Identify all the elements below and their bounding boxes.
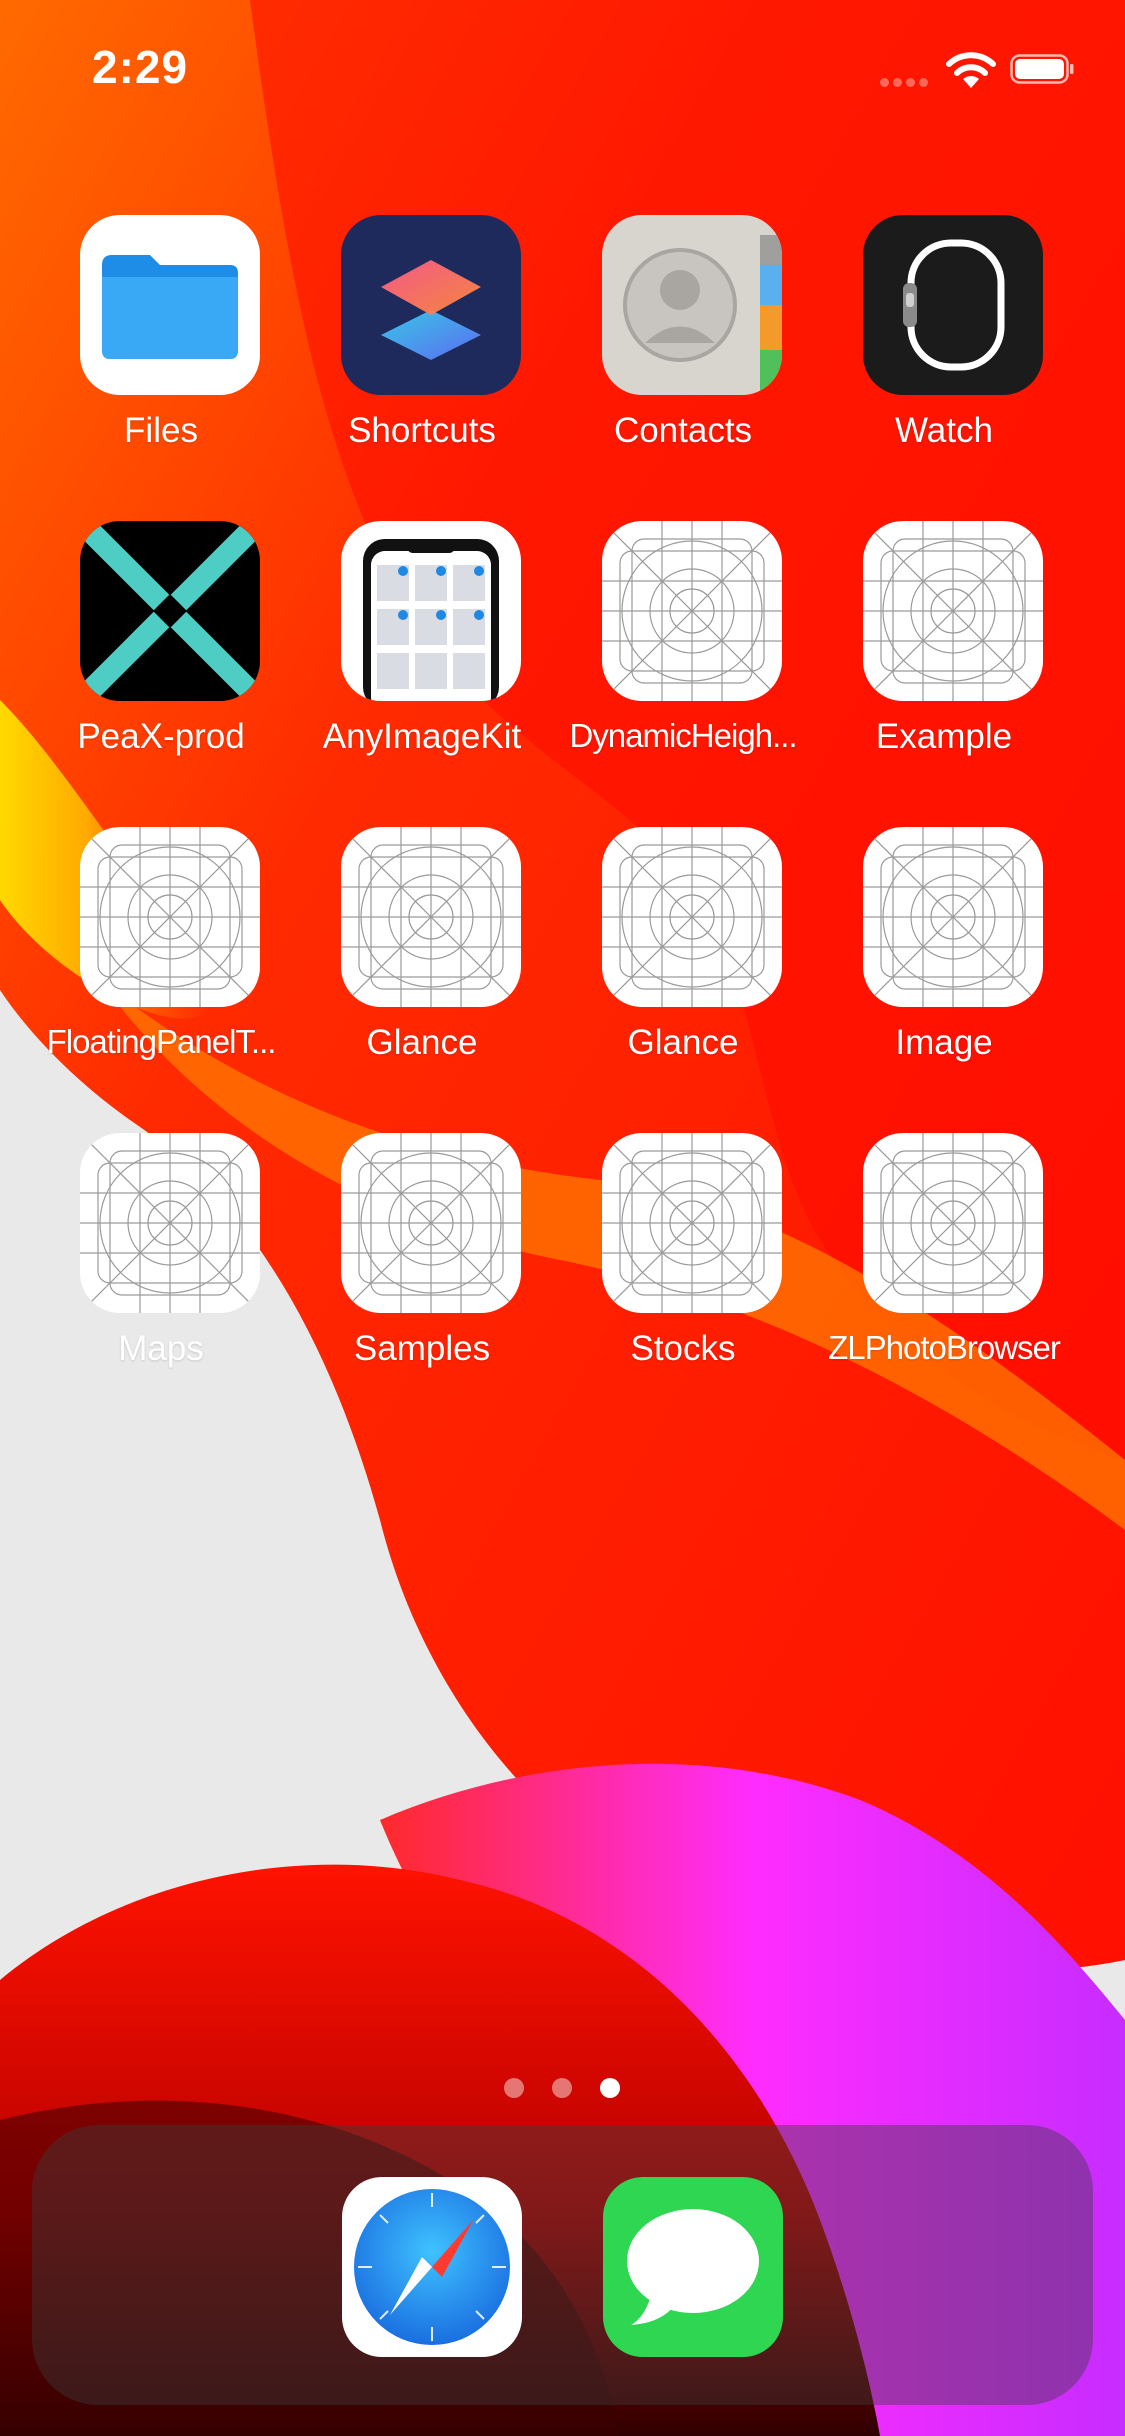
app-image[interactable]: Image	[813, 827, 1075, 1107]
app-label: PeaX-prod	[77, 717, 245, 756]
app-label: Watch	[895, 411, 993, 450]
shortcuts-icon	[341, 215, 521, 395]
app-label: Files	[124, 411, 198, 450]
app-label: Example	[875, 717, 1013, 756]
placeholder-app-icon	[863, 521, 1043, 701]
app-label: ZLPhotoBrowser	[828, 1329, 1061, 1366]
app-dynamicheight[interactable]: DynamicHeigh...	[552, 521, 814, 801]
contacts-icon	[602, 215, 782, 395]
app-glance[interactable]: Glance	[291, 827, 553, 1107]
app-stocks[interactable]: Stocks	[552, 1133, 814, 1413]
app-label: FloatingPanelT...	[46, 1023, 277, 1060]
page-dot	[504, 2078, 524, 2098]
app-zlphotobrowser[interactable]: ZLPhotoBrowser	[813, 1133, 1075, 1413]
watch-icon	[863, 215, 1043, 395]
placeholder-app-icon	[80, 827, 260, 1007]
app-label: Image	[895, 1023, 993, 1062]
placeholder-app-icon	[602, 521, 782, 701]
app-label: DynamicHeigh...	[569, 717, 797, 754]
anyimagekit-icon	[341, 521, 521, 701]
battery-icon	[1010, 54, 1074, 84]
app-label: Glance	[366, 1023, 478, 1062]
status-time: 2:29	[92, 41, 189, 93]
page-dot	[552, 2078, 572, 2098]
app-files[interactable]: Files	[30, 215, 292, 495]
app-label: Shortcuts	[348, 411, 496, 450]
cellular-signal-icon	[880, 74, 932, 92]
page-dot-current	[600, 2078, 620, 2098]
placeholder-app-icon	[341, 827, 521, 1007]
app-glance[interactable]: Glance	[552, 827, 814, 1107]
safari-icon[interactable]	[342, 2177, 522, 2357]
messages-icon[interactable]	[603, 2177, 783, 2357]
app-anyimagekit[interactable]: AnyImageKit	[291, 521, 553, 801]
app-peax-prod[interactable]: PeaX-prod	[30, 521, 292, 801]
app-samples[interactable]: Samples	[291, 1133, 553, 1413]
app-floatingpanel[interactable]: FloatingPanelT...	[30, 827, 292, 1107]
files-icon	[80, 215, 260, 395]
app-label: Maps	[118, 1329, 204, 1368]
status-bar: 2:29	[0, 0, 1125, 130]
placeholder-app-icon	[602, 1133, 782, 1313]
page-indicator[interactable]	[500, 2078, 630, 2098]
wifi-icon	[946, 52, 996, 88]
placeholder-app-icon	[602, 827, 782, 1007]
app-label: Contacts	[613, 411, 753, 450]
placeholder-app-icon	[863, 1133, 1043, 1313]
home-screen: 2:29 Files Shortcuts Contacts Watch PeaX…	[0, 0, 1125, 2436]
app-label: Glance	[627, 1023, 739, 1062]
app-label: Samples	[353, 1329, 491, 1368]
app-watch[interactable]: Watch	[813, 215, 1075, 495]
app-label: Stocks	[630, 1329, 736, 1368]
app-contacts[interactable]: Contacts	[552, 215, 814, 495]
placeholder-app-icon	[863, 827, 1043, 1007]
placeholder-app-icon	[341, 1133, 521, 1313]
dock	[32, 2125, 1093, 2405]
app-shortcuts[interactable]: Shortcuts	[291, 215, 553, 495]
app-label: AnyImageKit	[322, 717, 522, 756]
placeholder-app-icon	[80, 1133, 260, 1313]
app-example[interactable]: Example	[813, 521, 1075, 801]
peax-icon	[80, 521, 260, 701]
app-maps[interactable]: Maps	[30, 1133, 292, 1413]
